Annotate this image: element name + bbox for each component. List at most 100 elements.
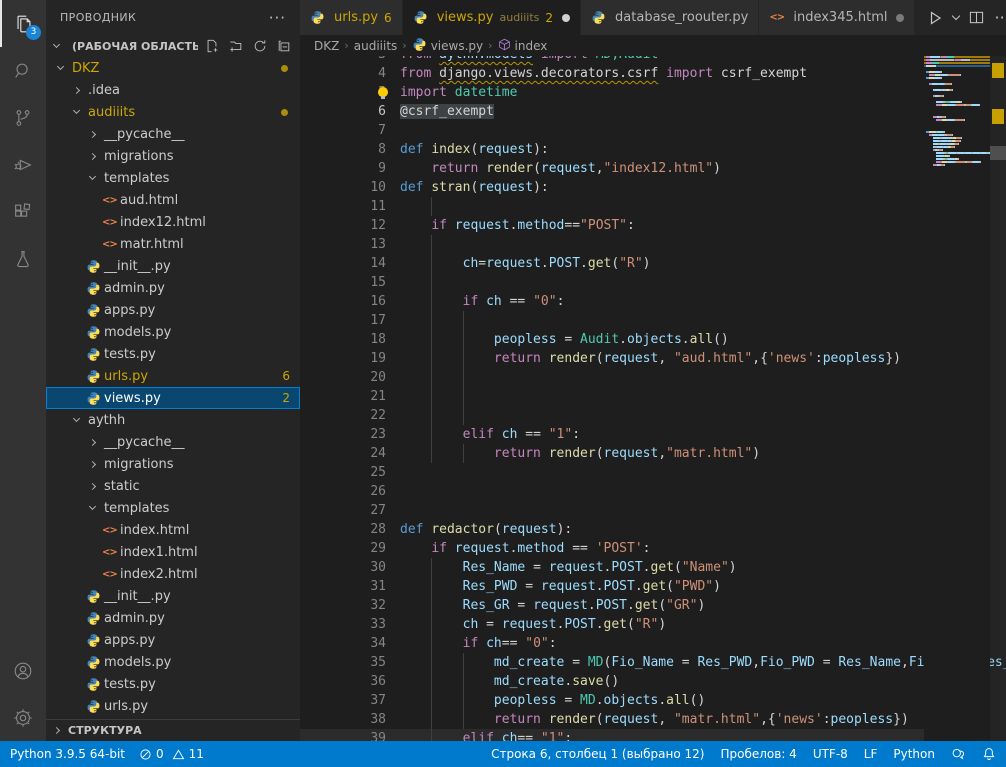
tree-item-apps-py[interactable]: apps.py bbox=[46, 299, 300, 321]
tree-item-models-py[interactable]: models.py bbox=[46, 321, 300, 343]
tree-item-views-py[interactable]: views.py2 bbox=[46, 387, 300, 409]
breadcrumb-item-views-py[interactable]: views.py bbox=[412, 37, 483, 55]
editor[interactable]: 3from aythh.models import MD,Audit4from … bbox=[300, 56, 1006, 741]
overview-ruler[interactable] bbox=[990, 56, 1006, 741]
code-line-29[interactable]: 29 if request.method == 'POST': bbox=[300, 539, 924, 558]
source-control-icon[interactable] bbox=[0, 94, 46, 141]
code-line-18[interactable]: 18 peopless = Audit.objects.all() bbox=[300, 330, 924, 349]
run-debug-icon[interactable] bbox=[0, 141, 46, 188]
code-line-28[interactable]: 28def redactor(request): bbox=[300, 520, 924, 539]
code-line-20[interactable]: 20 bbox=[300, 368, 924, 387]
code-line-16[interactable]: 16 if ch == "0": bbox=[300, 292, 924, 311]
tree-item-tests-py[interactable]: tests.py bbox=[46, 673, 300, 695]
extensions-icon[interactable] bbox=[0, 188, 46, 235]
refresh-icon[interactable] bbox=[250, 37, 270, 55]
editor-more-actions-icon[interactable]: ··· bbox=[994, 8, 1006, 27]
code-line-30[interactable]: 30 Res_Name = request.POST.get("Name") bbox=[300, 558, 924, 577]
code-line-38[interactable]: 38 return render(request, "matr.html",{'… bbox=[300, 710, 924, 729]
tab-index345-html[interactable]: <>index345.html bbox=[759, 0, 915, 35]
code-line-22[interactable]: 22 bbox=[300, 406, 924, 425]
code-line-10[interactable]: 10def stran(request): bbox=[300, 178, 924, 197]
code-line-35[interactable]: 35 md_create = MD(Fio_Name = Res_PWD,Fio… bbox=[300, 653, 924, 672]
code-line-4[interactable]: 4from django.views.decorators.csrf impor… bbox=[300, 64, 924, 83]
code-line-32[interactable]: 32 Res_GR = request.POST.get("GR") bbox=[300, 596, 924, 615]
dirty-indicator-icon[interactable] bbox=[896, 14, 904, 22]
code-line-21[interactable]: 21 bbox=[300, 387, 924, 406]
scrollbar-thumb[interactable] bbox=[990, 146, 1006, 160]
tree-item-urls-py[interactable]: urls.py6 bbox=[46, 365, 300, 387]
tree-item-audiiits[interactable]: audiiits bbox=[46, 101, 300, 123]
code-line-5[interactable]: 5import datetime bbox=[300, 83, 924, 102]
code-line-36[interactable]: 36 md_create.save() bbox=[300, 672, 924, 691]
settings-gear-icon[interactable] bbox=[0, 694, 46, 741]
tree-item-static[interactable]: static bbox=[46, 475, 300, 497]
tree-item-urls-py[interactable]: urls.py bbox=[46, 695, 300, 717]
tree-item-index2-html[interactable]: <>index2.html bbox=[46, 563, 300, 585]
code-line-27[interactable]: 27 bbox=[300, 501, 924, 520]
code-area[interactable]: 3from aythh.models import MD,Audit4from … bbox=[300, 56, 924, 741]
lightbulb-icon[interactable] bbox=[378, 87, 388, 97]
tree-item-aud-html[interactable]: <>aud.html bbox=[46, 189, 300, 211]
search-icon[interactable] bbox=[0, 47, 46, 94]
feedback-icon[interactable] bbox=[951, 747, 966, 761]
code-line-14[interactable]: 14 ch=request.POST.get("R") bbox=[300, 254, 924, 273]
code-line-9[interactable]: 9 return render(request,"index12.html") bbox=[300, 159, 924, 178]
tree-item-index1-html[interactable]: <>index1.html bbox=[46, 541, 300, 563]
code-line-7[interactable]: 7 bbox=[300, 121, 924, 140]
code-line-33[interactable]: 33 ch = request.POST.get("R") bbox=[300, 615, 924, 634]
tree-item-admin-py[interactable]: admin.py bbox=[46, 607, 300, 629]
tree-item-tests-py[interactable]: tests.py bbox=[46, 343, 300, 365]
code-line-3[interactable]: 3from aythh.models import MD,Audit bbox=[300, 56, 924, 64]
indentation-status[interactable]: Пробелов: 4 bbox=[720, 747, 796, 761]
code-line-39[interactable]: 39 elif ch== "1": bbox=[300, 729, 924, 741]
outline-section-header[interactable]: СТРУКТУРА bbox=[46, 719, 300, 741]
tab-views-py[interactable]: views.pyaudiiits2 bbox=[403, 0, 581, 35]
workspace-section-header[interactable]: (РАБОЧАЯ ОБЛАСТЬ) ... bbox=[46, 35, 300, 57]
explorer-icon[interactable]: 3 bbox=[0, 0, 46, 47]
tree-item--init-py[interactable]: __init__.py bbox=[46, 255, 300, 277]
code-line-37[interactable]: 37 peopless = MD.objects.all() bbox=[300, 691, 924, 710]
new-folder-icon[interactable] bbox=[226, 37, 246, 55]
collapse-all-icon[interactable] bbox=[274, 37, 294, 55]
tree-item-aythh[interactable]: aythh bbox=[46, 409, 300, 431]
new-file-icon[interactable] bbox=[202, 37, 222, 55]
code-line-23[interactable]: 23 elif ch == "1": bbox=[300, 425, 924, 444]
code-line-11[interactable]: 11 bbox=[300, 197, 924, 216]
account-icon[interactable] bbox=[0, 647, 46, 694]
split-editor-icon[interactable] bbox=[969, 10, 984, 25]
code-line-12[interactable]: 12 if request.method=="POST": bbox=[300, 216, 924, 235]
breadcrumb-item-index[interactable]: index bbox=[498, 38, 548, 54]
tab-urls-py[interactable]: urls.py6 bbox=[300, 0, 403, 35]
tree-item-templates[interactable]: templates bbox=[46, 497, 300, 519]
dirty-indicator-icon[interactable] bbox=[562, 14, 570, 22]
cursor-position-status[interactable]: Строка 6, столбец 1 (выбрано 12) bbox=[491, 747, 704, 761]
problems-status[interactable]: 0 11 bbox=[139, 747, 204, 761]
tree-item--idea[interactable]: .idea bbox=[46, 79, 300, 101]
code-line-8[interactable]: 8def index(request): bbox=[300, 140, 924, 159]
code-line-13[interactable]: 13 bbox=[300, 235, 924, 254]
tree-item-migrations[interactable]: migrations bbox=[46, 453, 300, 475]
minimap[interactable] bbox=[924, 56, 990, 741]
tree-item-matr-html[interactable]: <>matr.html bbox=[46, 233, 300, 255]
eol-status[interactable]: LF bbox=[864, 747, 878, 761]
tree-item--pycache-[interactable]: __pycache__ bbox=[46, 431, 300, 453]
tree-item-apps-py[interactable]: apps.py bbox=[46, 629, 300, 651]
run-python-file-icon[interactable] bbox=[927, 10, 943, 26]
code-line-15[interactable]: 15 bbox=[300, 273, 924, 292]
explorer-more-actions-icon[interactable]: ··· bbox=[269, 9, 286, 27]
breadcrumb-item-dkz[interactable]: DKZ bbox=[314, 39, 339, 53]
tree-item-index-html[interactable]: <>index.html bbox=[46, 519, 300, 541]
tree-item--init-py[interactable]: __init__.py bbox=[46, 585, 300, 607]
testing-icon[interactable] bbox=[0, 235, 46, 282]
code-line-25[interactable]: 25 bbox=[300, 463, 924, 482]
run-dropdown-chevron-icon[interactable] bbox=[953, 16, 959, 19]
tab-database-roouter-py[interactable]: database_roouter.py bbox=[581, 0, 759, 35]
tree-item-index12-html[interactable]: <>index12.html bbox=[46, 211, 300, 233]
python-interpreter-status[interactable]: Python 3.9.5 64-bit bbox=[10, 747, 125, 761]
code-line-24[interactable]: 24 return render(request,"matr.html") bbox=[300, 444, 924, 463]
tree-item--pycache-[interactable]: __pycache__ bbox=[46, 123, 300, 145]
code-line-34[interactable]: 34 if ch== "0": bbox=[300, 634, 924, 653]
code-line-17[interactable]: 17 bbox=[300, 311, 924, 330]
language-mode-status[interactable]: Python bbox=[893, 747, 935, 761]
tree-item-migrations[interactable]: migrations bbox=[46, 145, 300, 167]
